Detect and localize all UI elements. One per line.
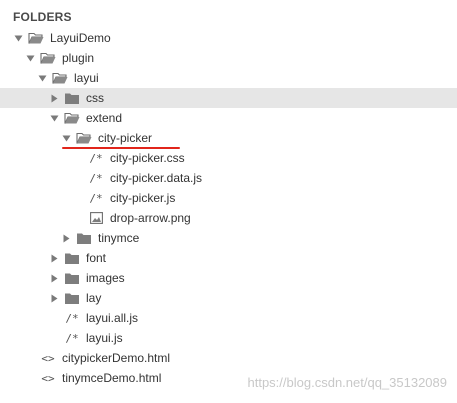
- tree-item-label: layui.all.js: [86, 311, 139, 325]
- chevron-right-icon[interactable]: [48, 92, 60, 104]
- tree-item-label: city-picker.data.js: [110, 171, 203, 185]
- chevron-down-icon[interactable]: [36, 72, 48, 84]
- html-file-icon: <>: [41, 371, 55, 385]
- folder-icon: [64, 251, 80, 265]
- tree-item-city-picker-css[interactable]: /* city-picker.css: [0, 148, 457, 168]
- tree-item-label: images: [86, 271, 125, 285]
- chevron-right-icon[interactable]: [48, 292, 60, 304]
- chevron-down-icon[interactable]: [24, 52, 36, 64]
- folders-header: FOLDERS: [13, 10, 72, 24]
- tree-item-lay[interactable]: lay: [0, 288, 457, 308]
- tree-item-extend[interactable]: extend: [0, 108, 457, 128]
- tree-item-label: city-picker.js: [110, 191, 176, 205]
- tree-item-label: city-picker.css: [110, 151, 185, 165]
- folder-icon: [64, 91, 80, 105]
- tree-item-citypickerdemo-html[interactable]: <> citypickerDemo.html: [0, 348, 457, 368]
- chevron-right-icon[interactable]: [60, 232, 72, 244]
- folder-icon: [64, 291, 80, 305]
- html-file-icon: <>: [41, 351, 55, 365]
- code-file-icon: /*: [65, 331, 79, 345]
- tree-item-label: tinymce: [98, 231, 140, 245]
- tree-item-label: citypickerDemo.html: [62, 351, 171, 365]
- tree-item-tinymce[interactable]: tinymce: [0, 228, 457, 248]
- tree-item-label: layui: [74, 71, 99, 85]
- annotation-underline: [62, 147, 180, 149]
- tree-item-layuidemo[interactable]: LayuiDemo: [0, 28, 457, 48]
- tree-item-label: drop-arrow.png: [110, 211, 191, 225]
- code-file-icon: /*: [89, 191, 103, 205]
- folder-open-icon: [52, 71, 68, 85]
- folder-icon: [64, 271, 80, 285]
- tree-item-layui-all-js[interactable]: /* layui.all.js: [0, 308, 457, 328]
- image-icon: [88, 211, 104, 225]
- tree-item-label: lay: [86, 291, 102, 305]
- tree-item-images[interactable]: images: [0, 268, 457, 288]
- tree-item-label: font: [86, 251, 107, 265]
- tree-item-city-picker-js[interactable]: /* city-picker.js: [0, 188, 457, 208]
- tree-item-font[interactable]: font: [0, 248, 457, 268]
- tree-item-layui[interactable]: layui: [0, 68, 457, 88]
- watermark: https://blog.csdn.net/qq_35132089: [247, 375, 448, 390]
- sidebar-folders-panel: FOLDERS LayuiDemo plugin layui css exten…: [0, 0, 457, 403]
- folder-open-icon: [64, 111, 80, 125]
- code-file-icon: /*: [89, 151, 103, 165]
- tree-item-label: LayuiDemo: [50, 31, 111, 45]
- tree-item-layui-js[interactable]: /* layui.js: [0, 328, 457, 348]
- tree-item-plugin[interactable]: plugin: [0, 48, 457, 68]
- tree-item-css[interactable]: css: [0, 88, 457, 108]
- chevron-down-icon[interactable]: [60, 132, 72, 144]
- folder-tree: LayuiDemo plugin layui css extend city-p…: [0, 28, 457, 388]
- tree-item-city-picker-data-js[interactable]: /* city-picker.data.js: [0, 168, 457, 188]
- chevron-right-icon[interactable]: [48, 252, 60, 264]
- tree-item-label: city-picker: [98, 131, 153, 145]
- folder-icon: [76, 231, 92, 245]
- code-file-icon: /*: [89, 171, 103, 185]
- chevron-right-icon[interactable]: [48, 272, 60, 284]
- code-file-icon: /*: [65, 311, 79, 325]
- tree-item-label: layui.js: [86, 331, 123, 345]
- tree-item-label: css: [86, 91, 104, 105]
- tree-item-label: plugin: [62, 51, 95, 65]
- folder-open-icon: [76, 131, 92, 145]
- chevron-down-icon[interactable]: [12, 32, 24, 44]
- tree-item-drop-arrow-png[interactable]: drop-arrow.png: [0, 208, 457, 228]
- folder-open-icon: [28, 31, 44, 45]
- tree-item-label: extend: [86, 111, 123, 125]
- folder-open-icon: [40, 51, 56, 65]
- chevron-down-icon[interactable]: [48, 112, 60, 124]
- tree-item-city-picker[interactable]: city-picker: [0, 128, 457, 148]
- tree-item-label: tinymceDemo.html: [62, 371, 162, 385]
